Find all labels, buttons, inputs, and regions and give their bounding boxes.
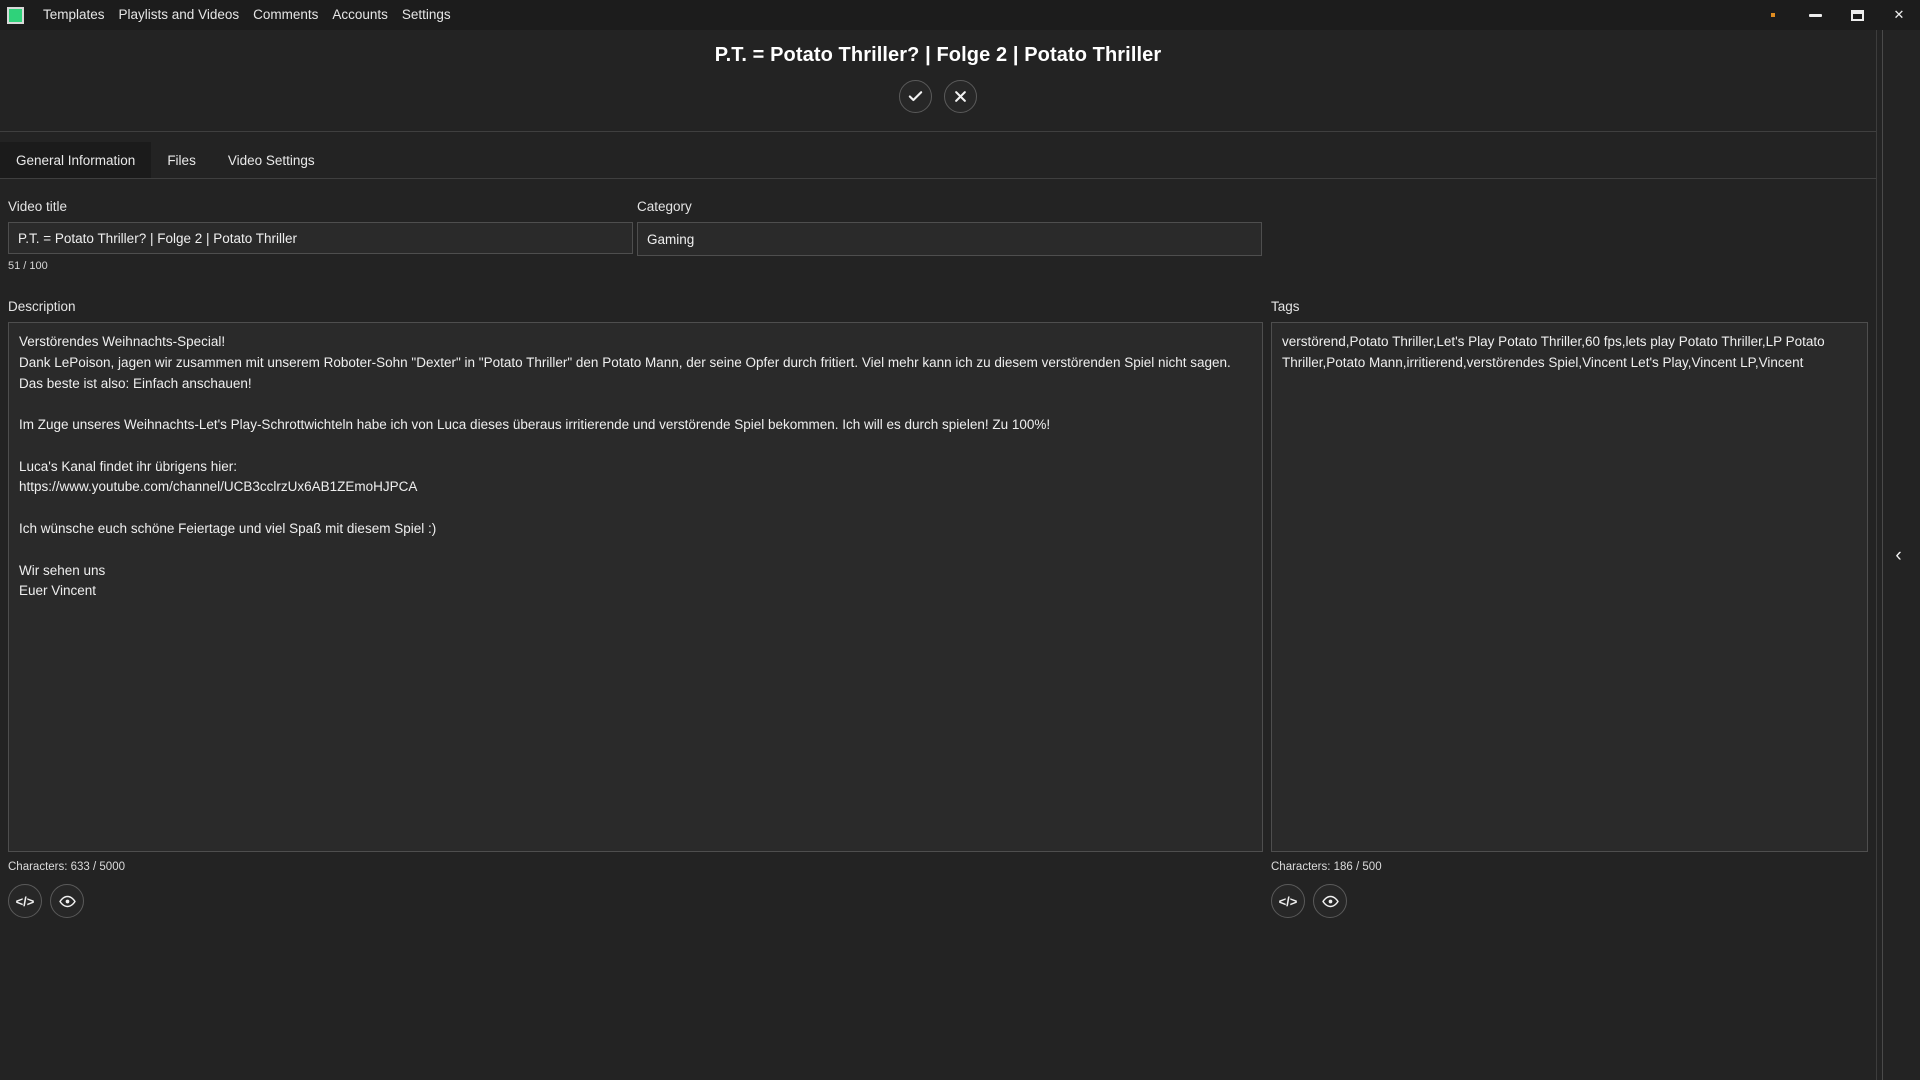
minimize-button[interactable]	[1794, 0, 1836, 30]
maximize-icon	[1851, 10, 1864, 21]
description-preview-button[interactable]	[50, 884, 84, 918]
video-title-input[interactable]: P.T. = Potato Thriller? | Folge 2 | Pota…	[8, 222, 633, 254]
chevron-left-icon[interactable]: ‹	[1895, 546, 1901, 565]
tags-label: Tags	[1271, 299, 1868, 314]
minimize-icon	[1809, 14, 1822, 17]
tags-code-button[interactable]: </>	[1271, 884, 1305, 918]
video-title-counter: 51 / 100	[8, 260, 633, 272]
description-tools: </>	[8, 884, 1263, 918]
cancel-button[interactable]	[944, 80, 977, 113]
code-icon: </>	[16, 895, 35, 908]
page-title: P.T. = Potato Thriller? | Folge 2 | Pota…	[0, 30, 1876, 67]
tags-footer: Characters: 186 / 500 </>	[1271, 852, 1868, 918]
menu-item-accounts[interactable]: Accounts	[325, 4, 395, 26]
video-title-group: Video title P.T. = Potato Thriller? | Fo…	[8, 199, 633, 272]
tab-bar: General Information Files Video Settings	[0, 142, 1876, 178]
form-content: Video title P.T. = Potato Thriller? | Fo…	[0, 199, 1876, 918]
description-group: Description Verstörendes Weihnachts-Spec…	[8, 299, 1263, 852]
right-side-panel: ‹	[1876, 30, 1920, 1080]
rail-divider	[1882, 30, 1883, 1080]
header-actions	[0, 80, 1876, 113]
description-label: Description	[8, 299, 1263, 314]
window-controls: ✕	[1752, 0, 1920, 30]
tab-bar-divider	[0, 178, 1876, 179]
tab-files[interactable]: Files	[151, 142, 212, 178]
description-footer: Characters: 633 / 5000 </>	[8, 852, 1263, 918]
app-logo-icon	[7, 7, 24, 24]
category-input[interactable]: Gaming	[637, 222, 1262, 256]
description-counter: Characters: 633 / 5000	[8, 861, 1263, 873]
description-code-button[interactable]: </>	[8, 884, 42, 918]
editor-footer-row: Characters: 633 / 5000 </> Characters: 1…	[8, 852, 1868, 918]
close-window-button[interactable]: ✕	[1878, 0, 1920, 30]
category-label: Category	[637, 199, 1262, 214]
top-fields-row: Video title P.T. = Potato Thriller? | Fo…	[8, 199, 1868, 272]
tags-preview-button[interactable]	[1313, 884, 1347, 918]
code-icon: </>	[1279, 895, 1298, 908]
menu-item-comments[interactable]: Comments	[246, 4, 325, 26]
menu-item-settings[interactable]: Settings	[395, 4, 458, 26]
check-icon	[907, 88, 924, 105]
header-divider	[0, 131, 1876, 132]
close-icon	[953, 89, 968, 104]
description-textarea[interactable]: Verstörendes Weihnachts-Special! Dank Le…	[8, 322, 1263, 852]
category-group: Category Gaming	[637, 199, 1262, 272]
tags-tools: </>	[1271, 884, 1868, 918]
video-title-label: Video title	[8, 199, 633, 214]
confirm-button[interactable]	[899, 80, 932, 113]
titlebar: Templates Playlists and Videos Comments …	[0, 0, 1920, 30]
tab-video-settings[interactable]: Video Settings	[212, 142, 331, 178]
tags-textarea[interactable]: verstörend,Potato Thriller,Let's Play Po…	[1271, 322, 1868, 852]
editor-row: Description Verstörendes Weihnachts-Spec…	[8, 299, 1868, 852]
tags-counter: Characters: 186 / 500	[1271, 861, 1868, 873]
menu-item-playlists-and-videos[interactable]: Playlists and Videos	[112, 4, 247, 26]
eye-icon	[59, 893, 76, 910]
tags-group: Tags verstörend,Potato Thriller,Let's Pl…	[1271, 299, 1868, 852]
menu-item-templates[interactable]: Templates	[36, 4, 112, 26]
maximize-button[interactable]	[1836, 0, 1878, 30]
workspace: P.T. = Potato Thriller? | Folge 2 | Pota…	[0, 30, 1876, 1080]
eye-icon	[1322, 893, 1339, 910]
status-dot-indicator	[1752, 0, 1794, 30]
tab-general-information[interactable]: General Information	[0, 142, 151, 178]
